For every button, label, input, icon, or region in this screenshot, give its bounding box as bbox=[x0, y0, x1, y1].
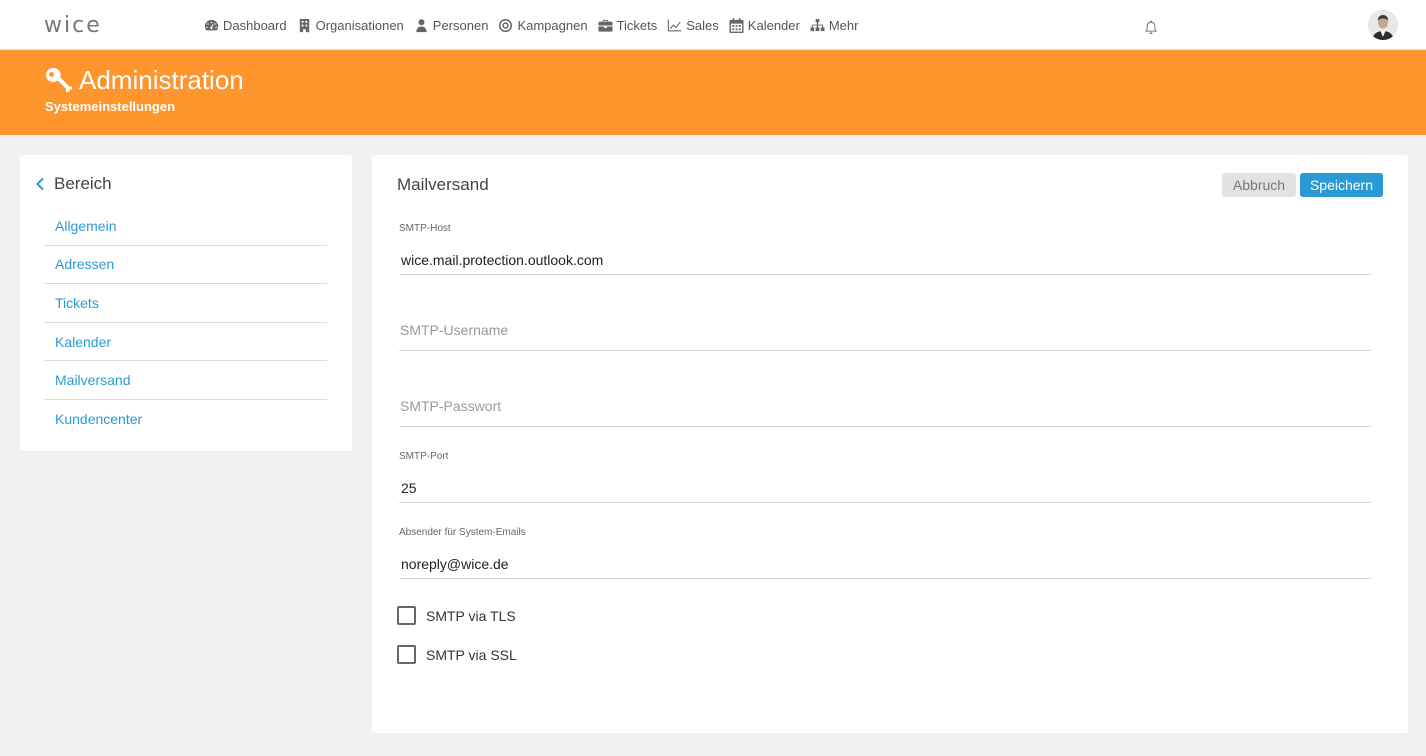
sidebar-item-adressen[interactable]: Adressen bbox=[44, 246, 327, 285]
ssl-checkbox-box[interactable] bbox=[397, 645, 416, 664]
smtp-host-input[interactable]: wice.mail.protection.outlook.com bbox=[401, 251, 603, 269]
smtp-port-field[interactable]: SMTP-Port 25 bbox=[399, 451, 1371, 503]
sender-email-label: Absender für System-Emails bbox=[399, 527, 526, 538]
sidebar-heading: Bereich bbox=[54, 174, 112, 193]
sidebar-list: Allgemein Adressen Tickets Kalender Mail… bbox=[44, 207, 327, 439]
nav-label-kalender: Kalender bbox=[747, 17, 800, 33]
nav-label-mehr: Mehr bbox=[828, 17, 859, 33]
sitemap-icon bbox=[810, 18, 825, 31]
smtp-ssl-checkbox[interactable]: SMTP via SSL bbox=[397, 645, 517, 664]
smtp-username-field[interactable]: SMTP-Username bbox=[399, 315, 1371, 351]
briefcase-icon bbox=[598, 19, 613, 32]
nav-label-dashboard: Dashboard bbox=[223, 17, 287, 33]
nav-item-personen[interactable]: Personen bbox=[414, 17, 489, 33]
person-icon bbox=[416, 18, 427, 32]
sidebar-item-mailversand[interactable]: Mailversand bbox=[44, 361, 327, 400]
section-title: Mailversand bbox=[397, 175, 489, 194]
page-header: Administration Systemeinstellungen bbox=[0, 50, 1426, 135]
smtp-host-label: SMTP-Host bbox=[399, 223, 451, 234]
dashboard-icon bbox=[204, 19, 219, 30]
calendar-icon bbox=[729, 17, 744, 33]
nav-item-sales[interactable]: Sales bbox=[667, 18, 719, 33]
target-icon bbox=[499, 18, 513, 32]
smtp-port-input[interactable]: 25 bbox=[401, 479, 417, 497]
ssl-checkbox-label: SMTP via SSL bbox=[426, 646, 517, 663]
mail-settings-panel: Mailversand Abbruch Speichern SMTP-Host … bbox=[372, 155, 1408, 733]
smtp-tls-checkbox[interactable]: SMTP via TLS bbox=[397, 606, 516, 625]
nav-item-dashboard[interactable]: Dashboard bbox=[204, 18, 287, 33]
nav-item-organisationen[interactable]: Organisationen bbox=[297, 18, 404, 33]
nav-item-mehr[interactable]: Mehr bbox=[810, 17, 859, 33]
smtp-host-field[interactable]: SMTP-Host wice.mail.protection.outlook.c… bbox=[399, 223, 1371, 275]
tls-checkbox-box[interactable] bbox=[397, 606, 416, 625]
nav-label-tickets: Tickets bbox=[616, 17, 658, 33]
sender-email-field[interactable]: Absender für System-Emails noreply@wice.… bbox=[399, 527, 1371, 579]
nav-item-kalender[interactable]: Kalender bbox=[729, 17, 800, 33]
building-icon bbox=[299, 18, 309, 32]
nav-label-personen: Personen bbox=[432, 17, 489, 33]
key-icon bbox=[46, 67, 72, 92]
page-title: Administration bbox=[79, 65, 244, 95]
sidebar-item-tickets[interactable]: Tickets bbox=[44, 284, 327, 323]
nav-label-kampagnen: Kampagnen bbox=[517, 17, 588, 33]
user-avatar[interactable] bbox=[1368, 10, 1398, 40]
main-nav: Dashboard Organisationen Personen Kampag… bbox=[204, 0, 868, 50]
sender-email-input[interactable]: noreply@wice.de bbox=[401, 555, 509, 573]
save-button[interactable]: Speichern bbox=[1300, 173, 1383, 197]
line-chart-icon bbox=[668, 19, 682, 31]
nav-item-kampagnen[interactable]: Kampagnen bbox=[498, 17, 588, 33]
cancel-button[interactable]: Abbruch bbox=[1222, 173, 1296, 197]
sidebar-item-kundencenter[interactable]: Kundencenter bbox=[44, 400, 327, 439]
smtp-port-label: SMTP-Port bbox=[399, 451, 449, 462]
settings-sidebar: Bereich Allgemein Adressen Tickets Kalen… bbox=[20, 155, 352, 451]
chevron-left-icon bbox=[36, 177, 44, 191]
smtp-username-input[interactable]: SMTP-Username bbox=[400, 321, 508, 339]
page-subtitle: Systemeinstellungen bbox=[45, 99, 176, 114]
nav-label-sales: Sales bbox=[686, 17, 719, 33]
sidebar-item-allgemein[interactable]: Allgemein bbox=[44, 207, 327, 246]
nav-item-tickets[interactable]: Tickets bbox=[598, 17, 658, 33]
nav-label-organisationen: Organisationen bbox=[315, 17, 404, 33]
tls-checkbox-label: SMTP via TLS bbox=[426, 607, 516, 624]
smtp-password-field[interactable]: SMTP-Passwort bbox=[399, 391, 1371, 427]
bell-icon[interactable] bbox=[1143, 19, 1159, 35]
smtp-password-input[interactable]: SMTP-Passwort bbox=[400, 397, 501, 415]
wice-logo[interactable]: wice bbox=[44, 14, 102, 38]
sidebar-item-kalender[interactable]: Kalender bbox=[44, 323, 327, 362]
sidebar-back[interactable]: Bereich bbox=[34, 173, 112, 195]
top-navbar: wice Dashboard Organisationen Personen K… bbox=[0, 0, 1426, 50]
